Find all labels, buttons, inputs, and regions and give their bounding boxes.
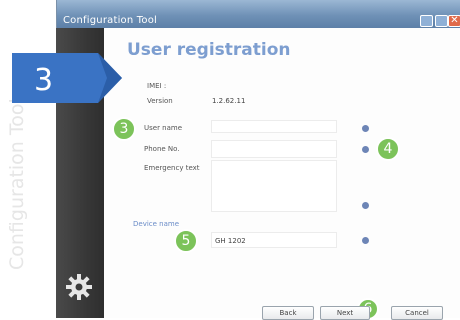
device-name-value: GH 1202 — [215, 237, 246, 245]
step-callout — [12, 53, 122, 103]
version-label: Version — [147, 97, 173, 105]
phone-input[interactable] — [211, 140, 337, 158]
phone-help-icon[interactable] — [362, 146, 369, 153]
step-callout-number: 3 — [34, 63, 54, 98]
close-icon: ✕ — [450, 15, 459, 26]
emergency-text-input[interactable] — [211, 160, 337, 212]
emergency-text-label: Emergency text — [144, 164, 200, 172]
phone-label: Phone No. — [144, 145, 180, 153]
close-button[interactable]: ✕ — [448, 15, 460, 27]
user-name-help-icon[interactable] — [362, 125, 369, 132]
marker-4: 4 — [376, 137, 400, 161]
window-title: Configuration Tool — [63, 15, 158, 26]
marker-3: 3 — [112, 117, 136, 141]
minimize-button[interactable] — [420, 15, 433, 27]
device-name-help-icon[interactable] — [362, 237, 369, 244]
marker-5: 5 — [174, 229, 198, 253]
maximize-button[interactable] — [435, 15, 448, 27]
emergency-help-icon[interactable] — [362, 202, 369, 209]
user-name-label: User name — [144, 124, 183, 132]
device-name-link[interactable]: Device name — [133, 220, 179, 228]
page-title: User registration — [127, 40, 291, 60]
title-bar: Configuration Tool ✕ — [57, 0, 460, 28]
version-value: 1.2.62.11 — [212, 97, 246, 105]
device-name-input[interactable]: GH 1202 — [211, 232, 337, 248]
imei-label: IMEI : — [147, 82, 167, 90]
sidebar-label: Configuration Tool — [6, 98, 28, 270]
gear-icon — [66, 274, 92, 300]
user-name-input[interactable] — [211, 120, 337, 133]
